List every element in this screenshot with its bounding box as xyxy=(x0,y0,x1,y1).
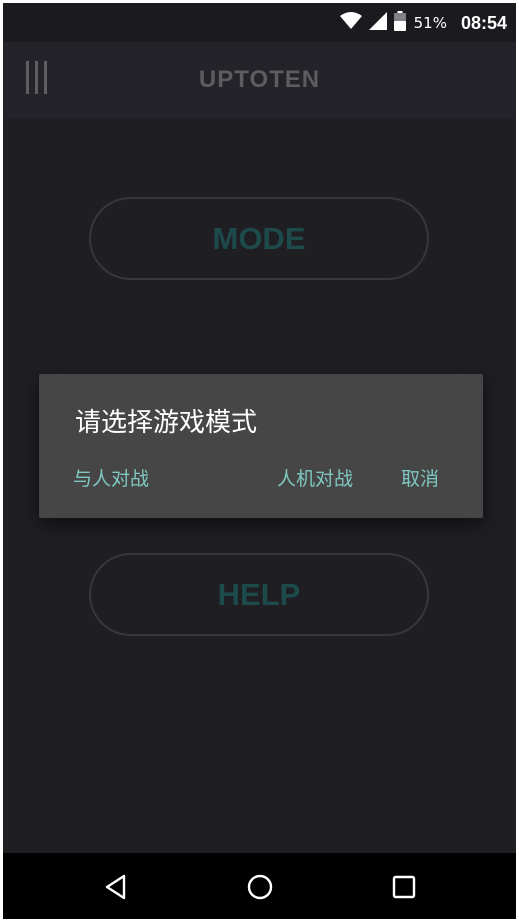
navigation-bar xyxy=(3,853,516,919)
phone-screen: 51% 08:54 UPTOTEN MODE HELP 请选择游戏模式 与人对战… xyxy=(3,3,516,919)
back-icon[interactable] xyxy=(103,873,131,901)
recents-icon[interactable] xyxy=(390,873,418,901)
cancel-button[interactable]: 取消 xyxy=(401,464,439,491)
status-icons: 51% 08:54 xyxy=(339,10,507,36)
help-button[interactable]: HELP xyxy=(89,553,429,636)
mode-button[interactable]: MODE xyxy=(89,197,429,280)
player-vs-player-button[interactable]: 与人对战 xyxy=(73,464,149,491)
wifi-icon xyxy=(339,12,362,34)
home-icon[interactable] xyxy=(246,873,274,901)
app-title: UPTOTEN xyxy=(198,66,321,93)
clock: 08:54 xyxy=(460,12,507,33)
signal-icon xyxy=(368,11,388,35)
app-bar: UPTOTEN xyxy=(3,42,516,119)
game-mode-dialog: 请选择游戏模式 与人对战 人机对战 取消 xyxy=(39,374,483,518)
status-bar: 51% 08:54 xyxy=(3,3,516,42)
dialog-title: 请选择游戏模式 xyxy=(75,408,258,438)
battery-percent: 51% xyxy=(413,14,447,32)
battery-icon xyxy=(393,11,406,35)
player-vs-computer-button[interactable]: 人机对战 xyxy=(277,464,353,491)
